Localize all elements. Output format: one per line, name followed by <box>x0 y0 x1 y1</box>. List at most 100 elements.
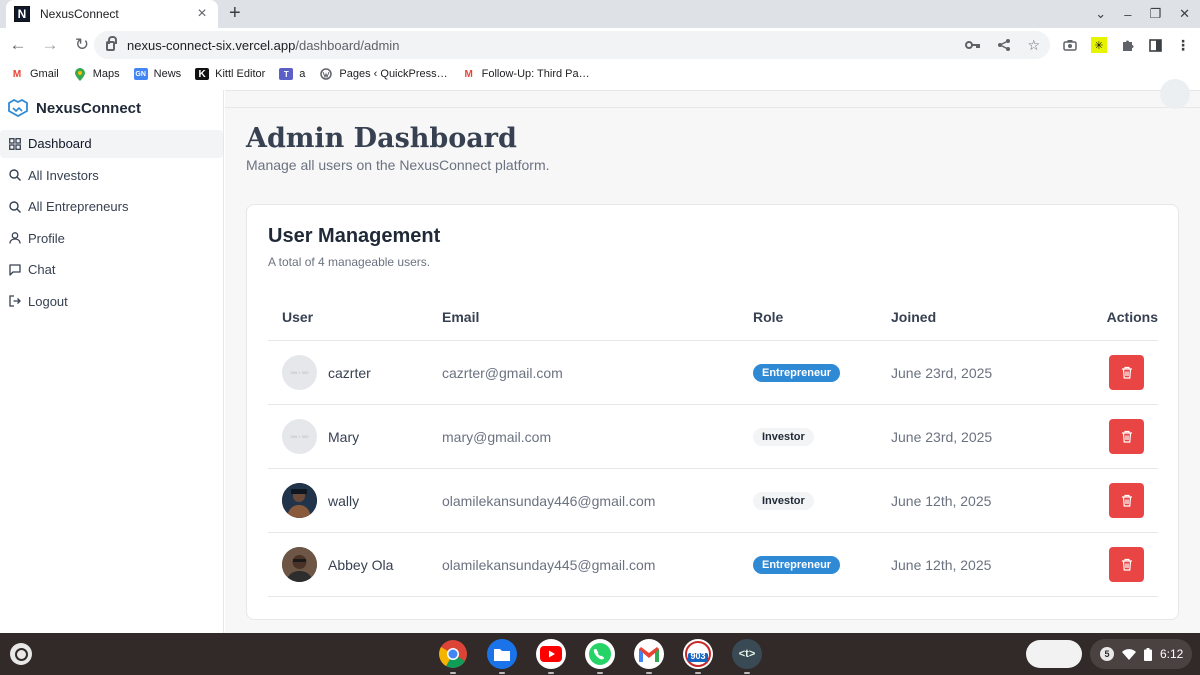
user-icon <box>8 231 22 245</box>
sidebar-item-all-investors[interactable]: All Investors <box>0 161 223 189</box>
column-header-role: Role <box>753 308 784 325</box>
address-bar[interactable]: nexus-connect-six.vercel.app/dashboard/a… <box>94 31 1050 59</box>
camera-icon[interactable] <box>1063 39 1077 51</box>
kittl-icon: K <box>195 68 210 80</box>
bookmark-follow-up[interactable]: M Follow-Up: Third Pa… <box>462 68 590 80</box>
grid-icon <box>8 137 22 151</box>
brand-name: NexusConnect <box>36 99 142 117</box>
logout-icon <box>8 294 22 308</box>
table-row: 300 × 300 Mary mary@gmail.com Investor J… <box>268 405 1158 469</box>
wifi-icon <box>1122 648 1136 660</box>
wordpress-icon <box>319 68 333 80</box>
bookmark-label: Follow-Up: Third Pa… <box>481 68 590 80</box>
delete-user-button[interactable] <box>1109 419 1144 454</box>
top-header <box>225 79 1200 109</box>
sidebar-item-dashboard[interactable]: Dashboard <box>0 129 223 158</box>
delete-user-button[interactable] <box>1109 483 1144 518</box>
url-text: nexus-connect-six.vercel.app/dashboard/a… <box>127 38 399 53</box>
table-row: Abbey Ola olamilekansunday445@gmail.com … <box>268 533 1158 597</box>
files-icon[interactable] <box>487 639 517 674</box>
restore-icon[interactable]: ❐ <box>1149 6 1161 22</box>
forward-icon[interactable]: → <box>36 35 64 55</box>
actions-cell <box>1081 547 1158 582</box>
user-name: Abbey Ola <box>328 556 394 573</box>
reload-icon[interactable]: ↻ <box>68 35 96 55</box>
bookmark-star-icon[interactable]: ☆ <box>1027 37 1040 54</box>
chat-icon <box>8 263 22 277</box>
user-email: olamilekansunday445@gmail.com <box>442 556 656 573</box>
table-row: wally olamilekansunday446@gmail.com Inve… <box>268 469 1158 533</box>
browser-toolbar: ← → ↻ nexus-connect-six.vercel.app/dashb… <box>0 28 1200 62</box>
tab-title: NexusConnect <box>40 7 119 21</box>
card-title: User Management <box>268 225 441 247</box>
search-icon <box>8 200 22 214</box>
sidebar-item-all-entrepreneurs[interactable]: All Entrepreneurs <box>0 193 223 221</box>
user-cell: wally <box>268 483 442 518</box>
delete-user-button[interactable] <box>1109 355 1144 390</box>
tab-search-chevron-icon[interactable]: ⌄ <box>1095 6 1106 22</box>
handshake-logo-icon <box>8 99 28 117</box>
sidebar-item-chat[interactable]: Chat <box>0 256 223 284</box>
bookmark-label: a <box>299 68 306 80</box>
radio-label: 903 <box>690 651 706 661</box>
puzzle-icon[interactable] <box>1121 38 1135 52</box>
column-header-actions: Actions <box>1106 308 1158 325</box>
role-badge: Investor <box>753 428 814 446</box>
bookmark-gmail[interactable]: M Gmail <box>10 68 59 80</box>
gmail-icon[interactable] <box>634 639 664 674</box>
bookmark-news[interactable]: GN News <box>133 68 181 80</box>
more-menu-icon[interactable]: ⋮ <box>1176 37 1190 54</box>
maps-icon <box>73 67 87 81</box>
lock-icon <box>106 36 117 51</box>
bookmark-maps[interactable]: Maps <box>73 67 120 81</box>
url-path: /dashboard/admin <box>295 37 400 53</box>
launcher-icon[interactable] <box>10 643 32 665</box>
close-tab-icon[interactable]: × <box>194 5 210 23</box>
status-area[interactable]: 5 6:12 <box>1090 639 1192 669</box>
holding-space[interactable] <box>1026 640 1082 668</box>
bookmark-quickpress[interactable]: Pages ‹ QuickPress… <box>319 68 448 80</box>
actions-cell <box>1081 419 1158 454</box>
role-cell: Entrepreneur <box>753 555 891 574</box>
browser-tab[interactable]: N NexusConnect × <box>6 0 218 28</box>
app-root: NexusConnect Dashboard All Investors All… <box>0 79 1200 633</box>
user-name: cazrter <box>328 364 371 381</box>
user-email: cazrter@gmail.com <box>442 364 563 381</box>
back-icon[interactable]: ← <box>4 35 32 55</box>
youtube-icon[interactable] <box>536 639 566 674</box>
extension-sparkle-icon[interactable]: ✳ <box>1091 37 1107 53</box>
terminal-label: <t> <box>738 648 756 660</box>
whatsapp-icon[interactable] <box>585 639 615 674</box>
close-window-icon[interactable]: ✕ <box>1179 6 1190 22</box>
avatar: 300 × 300 <box>282 419 317 454</box>
user-photo-icon <box>282 483 317 518</box>
role-badge: Entrepreneur <box>753 364 841 382</box>
role-badge: Investor <box>753 492 814 510</box>
minimize-icon[interactable]: – <box>1124 7 1131 22</box>
sidebar-item-profile[interactable]: Profile <box>0 224 223 252</box>
clock-time: 6:12 <box>1160 647 1184 661</box>
terminal-icon[interactable]: <t> <box>732 639 762 674</box>
bookmark-kittl[interactable]: K Kittl Editor <box>195 68 265 80</box>
search-icon <box>8 168 22 182</box>
share-icon[interactable] <box>997 38 1011 52</box>
side-panel-icon[interactable] <box>1149 38 1162 52</box>
trash-icon <box>1121 558 1132 571</box>
radio-icon[interactable]: 903 <box>683 639 713 674</box>
bookmark-a[interactable]: Ta <box>279 68 305 80</box>
bookmark-label: Kittl Editor <box>215 68 266 80</box>
teams-icon: T <box>279 68 294 80</box>
chrome-icon[interactable] <box>438 639 468 674</box>
key-icon[interactable] <box>965 40 981 50</box>
extension-icons: ✳ ⋮ <box>1063 28 1190 62</box>
column-header-joined: Joined <box>891 308 937 325</box>
sidebar-item-logout[interactable]: Logout <box>0 287 223 315</box>
brand[interactable]: NexusConnect <box>0 90 223 126</box>
joined-date: June 12th, 2025 <box>891 492 992 509</box>
gmail-icon: M <box>464 68 473 80</box>
user-cell: Abbey Ola <box>268 547 442 582</box>
new-tab-icon[interactable]: + <box>229 2 241 24</box>
delete-user-button[interactable] <box>1109 547 1144 582</box>
role-cell: Entrepreneur <box>753 363 891 382</box>
account-avatar[interactable] <box>1160 79 1190 109</box>
